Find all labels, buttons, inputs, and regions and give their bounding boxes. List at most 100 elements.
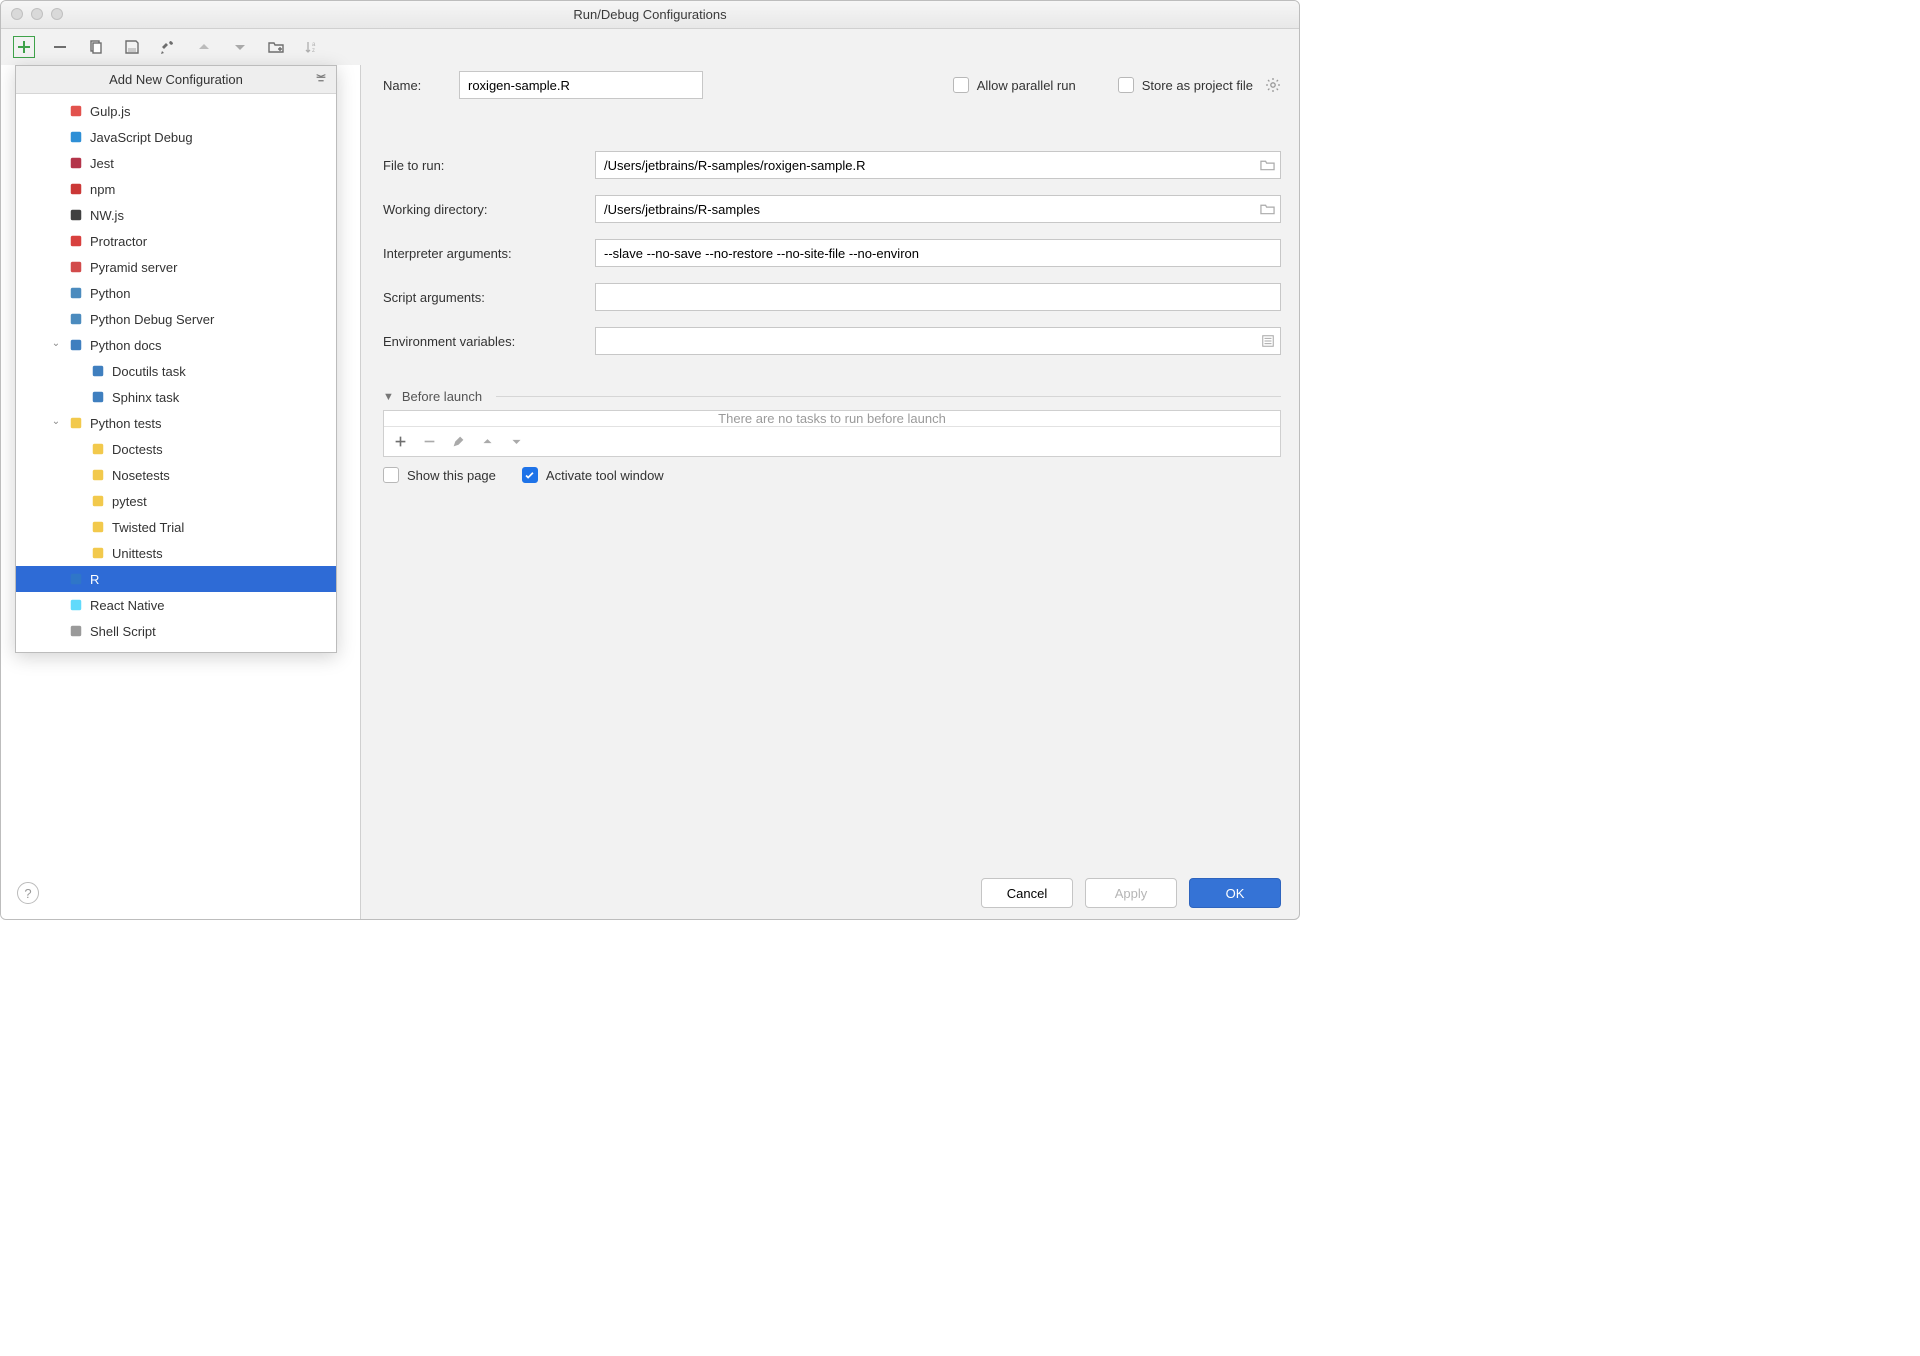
config-type-item[interactable]: R (16, 566, 336, 592)
checkbox-checked-icon (522, 467, 538, 483)
add-new-config-popup: Add New Configuration Gulp.js JavaScript … (15, 65, 337, 653)
close-window-icon[interactable] (11, 8, 23, 20)
before-launch-header[interactable]: ▼ Before launch (383, 389, 1281, 410)
cancel-button[interactable]: Cancel (981, 878, 1073, 908)
before-launch-toolbar (384, 426, 1280, 456)
config-type-icon (68, 233, 84, 249)
config-type-label: npm (90, 182, 115, 197)
config-type-icon (68, 337, 84, 353)
config-type-label: React Native (90, 598, 164, 613)
remove-config-button[interactable] (49, 36, 71, 58)
config-type-item[interactable]: Python (16, 280, 336, 306)
name-input[interactable] (459, 71, 703, 99)
env-vars-input[interactable] (595, 327, 1281, 355)
save-config-button[interactable] (121, 36, 143, 58)
list-edit-icon[interactable] (1261, 334, 1275, 348)
config-type-label: Nosetests (112, 468, 170, 483)
config-type-icon (90, 467, 106, 483)
activate-tool-window-label: Activate tool window (546, 468, 664, 483)
window-title: Run/Debug Configurations (573, 7, 726, 22)
config-type-item[interactable]: ⌄Python docs (16, 332, 336, 358)
toolbar: az (1, 29, 1299, 65)
config-type-item[interactable]: Nosetests (16, 462, 336, 488)
chevron-down-icon: ▼ (383, 391, 394, 403)
move-down-button[interactable] (229, 36, 251, 58)
store-as-project-file-checkbox[interactable]: Store as project file (1118, 77, 1253, 93)
config-type-label: R (90, 572, 99, 587)
config-type-item[interactable]: Doctests (16, 436, 336, 462)
config-type-icon (90, 441, 106, 457)
before-launch-panel: There are no tasks to run before launch (383, 410, 1281, 457)
sort-button[interactable]: az (301, 36, 323, 58)
collapse-icon[interactable] (314, 72, 328, 86)
config-type-item[interactable]: Protractor (16, 228, 336, 254)
config-type-item[interactable]: NW.js (16, 202, 336, 228)
move-up-button[interactable] (193, 36, 215, 58)
ok-button[interactable]: OK (1189, 878, 1281, 908)
popup-title: Add New Configuration (109, 72, 243, 87)
folder-button[interactable] (265, 36, 287, 58)
task-up-button[interactable] (481, 435, 494, 448)
config-type-item[interactable]: JavaScript Debug (16, 124, 336, 150)
titlebar: Run/Debug Configurations (1, 1, 1299, 29)
config-type-label: Sphinx task (112, 390, 179, 405)
config-type-item[interactable]: Python Debug Server (16, 306, 336, 332)
interpreter-args-input[interactable] (595, 239, 1281, 267)
working-dir-input[interactable] (595, 195, 1281, 223)
config-type-item[interactable]: React Native (16, 592, 336, 618)
config-type-item[interactable]: ⌄Python tests (16, 410, 336, 436)
zoom-window-icon[interactable] (51, 8, 63, 20)
config-type-item[interactable]: pytest (16, 488, 336, 514)
config-type-label: JavaScript Debug (90, 130, 193, 145)
config-type-item[interactable]: Gulp.js (16, 98, 336, 124)
activate-tool-window-checkbox[interactable]: Activate tool window (522, 467, 664, 483)
config-type-icon (68, 285, 84, 301)
config-type-icon (68, 181, 84, 197)
config-type-tree[interactable]: Gulp.js JavaScript Debug Jest npm NW.js Protr… (16, 94, 336, 652)
script-args-input[interactable] (595, 283, 1281, 311)
config-type-item[interactable]: Docutils task (16, 358, 336, 384)
config-type-item[interactable]: Jest (16, 150, 336, 176)
browse-folder-icon[interactable] (1260, 158, 1275, 173)
config-type-label: Python Debug Server (90, 312, 214, 327)
minimize-window-icon[interactable] (31, 8, 43, 20)
config-type-item[interactable]: Pyramid server (16, 254, 336, 280)
config-type-item[interactable]: Twisted Trial (16, 514, 336, 540)
add-config-button[interactable] (13, 36, 35, 58)
config-type-icon (90, 363, 106, 379)
show-this-page-checkbox[interactable]: Show this page (383, 467, 496, 483)
svg-text:z: z (312, 48, 315, 54)
config-type-label: Protractor (90, 234, 147, 249)
config-type-icon (68, 103, 84, 119)
config-type-item[interactable]: npm (16, 176, 336, 202)
copy-config-button[interactable] (85, 36, 107, 58)
file-to-run-label: File to run: (383, 158, 583, 173)
apply-button[interactable]: Apply (1085, 878, 1177, 908)
task-down-button[interactable] (510, 435, 523, 448)
file-to-run-input[interactable] (595, 151, 1281, 179)
remove-task-button[interactable] (423, 435, 436, 448)
config-type-label: Python docs (90, 338, 162, 353)
env-vars-label: Environment variables: (383, 334, 583, 349)
working-dir-label: Working directory: (383, 202, 583, 217)
config-type-icon (90, 389, 106, 405)
config-type-item[interactable]: Shell Script (16, 618, 336, 644)
config-type-icon (90, 493, 106, 509)
store-as-project-file-label: Store as project file (1142, 78, 1253, 93)
edit-templates-button[interactable] (157, 36, 179, 58)
browse-folder-icon[interactable] (1260, 202, 1275, 217)
interpreter-args-label: Interpreter arguments: (383, 246, 583, 261)
window-controls (11, 8, 63, 20)
help-button[interactable]: ? (17, 882, 39, 904)
config-type-icon (68, 311, 84, 327)
config-type-icon (68, 415, 84, 431)
edit-task-button[interactable] (452, 435, 465, 448)
allow-parallel-checkbox[interactable]: Allow parallel run (953, 77, 1076, 93)
config-type-item[interactable]: Sphinx task (16, 384, 336, 410)
config-form: Name: Allow parallel run Store as projec… (361, 65, 1299, 919)
add-task-button[interactable] (394, 435, 407, 448)
gear-icon[interactable] (1265, 77, 1281, 93)
config-type-item[interactable]: Unittests (16, 540, 336, 566)
before-launch-empty: There are no tasks to run before launch (384, 411, 1280, 426)
config-type-icon (90, 519, 106, 535)
